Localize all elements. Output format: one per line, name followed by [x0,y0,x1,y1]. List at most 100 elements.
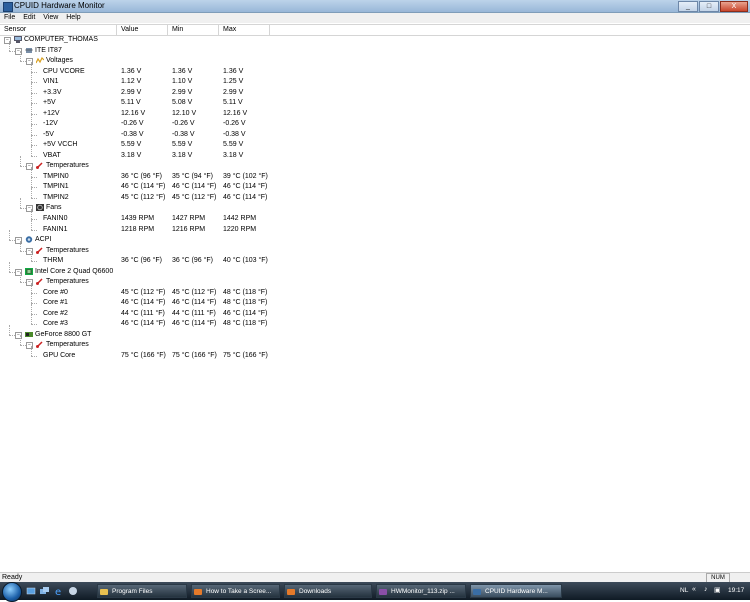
menu-help[interactable]: Help [66,13,80,23]
voltage-icon [35,57,45,64]
tree-node[interactable]: − Fans [0,198,300,213]
tree-connector [31,93,32,104]
sensor-max: 48 °C (118 °F) [223,288,268,296]
sensor-row[interactable]: FANIN1 1218 RPM 1216 RPM 1220 RPM [0,219,300,235]
sensor-row[interactable]: Core #2 44 °C (111 °F) 44 °C (111 °F) 46 °C… [0,303,300,319]
thermometer-icon [36,278,44,286]
tree-node[interactable]: − GeForce 8800 GT [0,324,300,340]
sensor-label: VIN1 [43,78,59,86]
tree-node[interactable]: − Temperatures [0,272,300,287]
tree-node[interactable]: − ITE IT87 [0,40,300,56]
sensor-label: TMPIN2 [43,193,69,201]
sensor-row[interactable]: -12V -0.26 V -0.26 V -0.26 V [0,114,300,129]
taskbar-task[interactable]: HWMonitor_113.zip ... [376,584,466,598]
tree-node[interactable]: − ACPI [0,230,300,245]
sensor-row[interactable]: Core #0 45 °C (112 °F) 45 °C (112 °F) 48 °C… [0,282,300,298]
sensor-row[interactable]: GPU Core 75 °C (166 °F) 75 °C (166 °F) 75 °… [0,345,300,361]
switch-windows-icon[interactable] [40,586,50,596]
sensor-label: FANIN1 [43,225,68,233]
tree-node[interactable]: − Temperatures [0,156,300,171]
sensor-label: -12V [43,120,58,128]
chip-icon [25,47,33,54]
quick-launch-icon[interactable] [68,586,78,596]
tree-connector [31,219,32,230]
sensor-label: -5V [43,130,54,138]
sensor-label: Core #1 [43,299,68,307]
tree-connector [31,61,32,72]
tree-connector [31,124,32,135]
sensor-row[interactable]: +5V 5.11 V 5.08 V 5.11 V [0,93,300,108]
sensor-row[interactable]: FANIN0 1439 RPM 1427 RPM 1442 RPM [0,209,300,224]
taskbar-task[interactable]: Downloads [284,584,372,598]
column-max[interactable]: Max [219,25,270,35]
sensor-row[interactable]: CPU VCORE 1.36 V 1.36 V 1.36 V [0,61,300,77]
title-bar[interactable]: CPUID Hardware Monitor _ □ X [0,0,750,13]
column-sensor[interactable]: Sensor [0,25,117,35]
tray-arrow-icon[interactable]: « [692,586,696,593]
taskbar-task-label: Program Files [112,588,153,595]
sensor-min: 45 °C (112 °F) [172,193,217,201]
tree-connector [31,155,37,157]
taskbar-task[interactable]: CPUID Hardware M... [470,584,562,598]
sensor-row[interactable]: TMPIN0 36 °C (96 °F) 35 °C (94 °F) 39 °C (1… [0,166,300,182]
menu-file[interactable]: File [4,13,15,23]
tree-node[interactable]: − COMPUTER_THOMAS [0,35,300,45]
column-min[interactable]: Min [168,25,219,35]
tree-connector [31,114,32,125]
sensor-row[interactable]: +12V 12.16 V 12.10 V 12.16 V [0,103,300,119]
taskbar-task[interactable]: Program Files [97,584,187,598]
internet-explorer-icon[interactable]: e [54,586,64,598]
tree-connector [20,240,21,251]
language-indicator[interactable]: NL [680,587,688,594]
sensor-row[interactable]: TMPIN1 46 °C (114 °F) 46 °C (114 °F) 46 °C … [0,177,300,192]
sensor-row[interactable]: +3.3V 2.99 V 2.99 V 2.99 V [0,82,300,98]
fan-icon [36,204,44,212]
taskbar-task-label: HWMonitor_113.zip ... [391,588,455,595]
sensor-min: 75 °C (166 °F) [172,351,217,359]
maximize-button[interactable]: □ [699,1,719,12]
firefox-icon [287,588,295,596]
taskbar-task[interactable]: How to Take a Scree... [191,584,280,598]
column-value[interactable]: Value [117,25,168,35]
tree-node[interactable]: − Voltages [0,51,300,66]
tree-connector [31,355,37,357]
sensor-max: 46 °C (114 °F) [223,309,268,317]
network-icon[interactable]: ▣ [714,586,721,594]
sensor-row[interactable]: Core #1 46 °C (114 °F) 46 °C (114 °F) 48 °C… [0,293,300,308]
sensor-label: CPU VCORE [43,67,85,75]
clock[interactable]: 19:17 [728,587,744,594]
sensor-row[interactable]: Core #3 46 °C (114 °F) 46 °C (114 °F) 48 °C… [0,314,300,329]
sensor-value: -0.38 V [121,130,144,138]
sensor-row[interactable]: +5V VCCH 5.59 V 5.59 V 5.59 V [0,135,300,150]
start-button[interactable] [2,582,22,602]
close-button[interactable]: X [720,1,748,12]
minimize-button[interactable]: _ [678,1,698,12]
tree-node[interactable]: − Intel Core 2 Quad Q6600 [0,261,300,277]
sensor-row[interactable]: VBAT 3.18 V 3.18 V 3.18 V [0,145,300,161]
sensor-label: Temperatures [46,341,89,349]
status-text: Ready [2,574,23,581]
sensor-label: Temperatures [46,162,89,170]
tree-node[interactable]: − Temperatures [0,240,300,256]
menu-view[interactable]: View [43,13,58,23]
volume-icon[interactable]: ♪ [704,586,708,593]
tree-connector [31,229,37,231]
sensor-value: 3.18 V [121,151,142,159]
sensor-min: 1427 RPM [172,215,206,222]
sensor-row[interactable]: TMPIN2 45 °C (112 °F) 45 °C (112 °F) 46 °C … [0,187,300,203]
sensor-label: Core #3 [43,320,68,328]
sensor-max: 1.36 V [223,67,244,75]
taskbar-task-label: CPUID Hardware M... [485,588,548,595]
sensor-label: +12V [43,109,60,117]
show-desktop-icon[interactable] [26,586,36,596]
sensor-max: 39 °C (102 °F) [223,172,268,180]
window-controls: _ □ X [678,1,748,12]
sensor-row[interactable]: -5V -0.38 V -0.38 V -0.38 V [0,124,300,140]
sensor-row[interactable]: VIN1 1.12 V 1.10 V 1.25 V [0,72,300,87]
menu-edit[interactable]: Edit [23,13,35,23]
firefox-icon [194,588,202,596]
sensor-row[interactable]: THRM 36 °C (96 °F) 36 °C (96 °F) 40 °C (103… [0,251,300,266]
tree-node[interactable]: − Temperatures [0,335,300,350]
tree-connector [31,261,37,263]
sensor-value: 2.99 V [121,88,142,96]
